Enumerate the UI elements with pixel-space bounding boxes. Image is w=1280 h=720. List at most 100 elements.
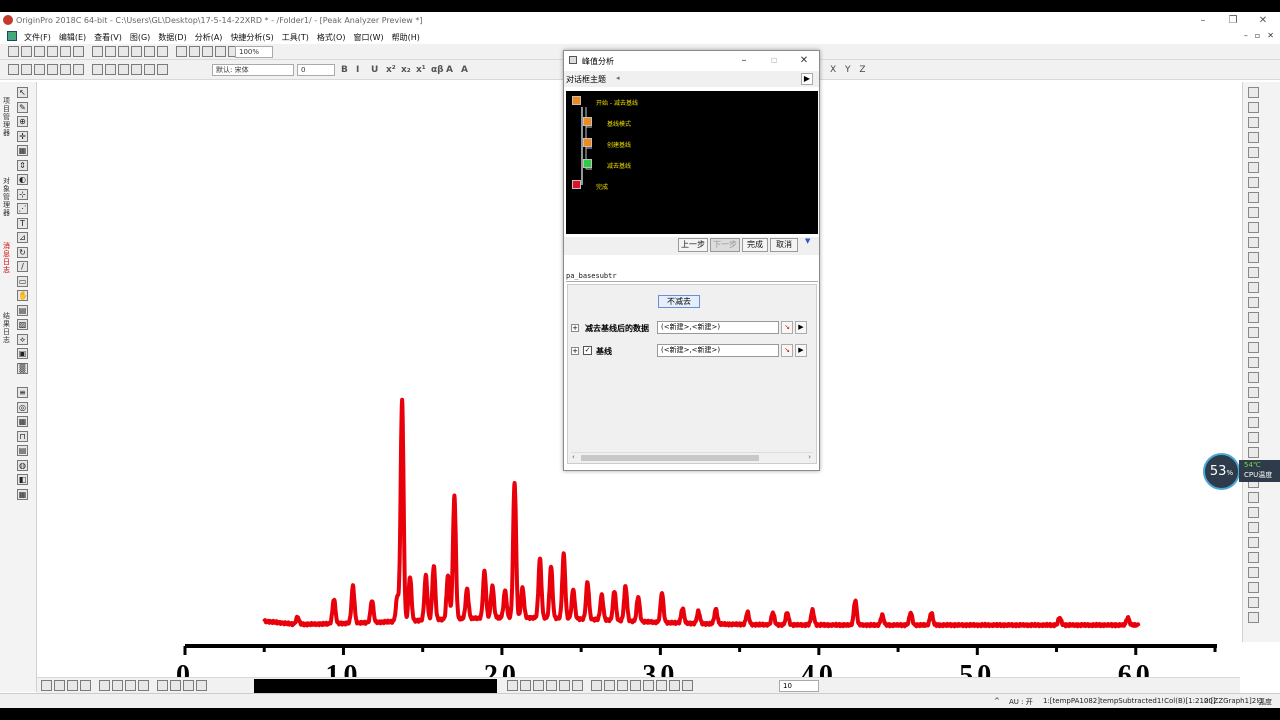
toolbar-button-icon[interactable] bbox=[157, 46, 168, 57]
toolbar-button-icon[interactable] bbox=[170, 680, 181, 691]
no-subtract-button[interactable]: 不减去 bbox=[658, 295, 700, 308]
cpu-monitor-widget[interactable]: 53% 54℃ CPU温度 bbox=[1203, 453, 1280, 491]
format-button[interactable]: A bbox=[446, 65, 453, 75]
toolbar-button-icon[interactable] bbox=[41, 680, 52, 691]
left-panel-tab[interactable]: 对象管理器 bbox=[1, 177, 12, 217]
right-tool-button[interactable] bbox=[1248, 132, 1259, 143]
bottom-zoom-select[interactable]: 10 bbox=[779, 680, 819, 692]
left-tool-button[interactable]: ◎ bbox=[17, 401, 28, 413]
toolbar-button-icon[interactable] bbox=[202, 46, 213, 57]
menu-item[interactable]: 查看(V) bbox=[94, 32, 122, 43]
right-tool-button[interactable] bbox=[1248, 252, 1259, 263]
right-tool-button[interactable] bbox=[1248, 492, 1259, 503]
right-tool-button[interactable] bbox=[1248, 507, 1259, 518]
toolbar-button-icon[interactable] bbox=[118, 64, 129, 75]
menu-item[interactable]: 分析(A) bbox=[195, 32, 223, 43]
toolbar-button-icon[interactable] bbox=[669, 680, 680, 691]
format-button[interactable]: x₂ bbox=[401, 65, 411, 75]
right-tool-button[interactable] bbox=[1248, 582, 1259, 593]
left-panel-tab[interactable]: 项目管理器 bbox=[1, 97, 12, 137]
toolbar-button-icon[interactable] bbox=[183, 680, 194, 691]
scroll-left-icon[interactable]: ‹ bbox=[572, 453, 575, 461]
minimize-button[interactable]: – bbox=[1196, 14, 1210, 27]
font-size-select[interactable]: 0 bbox=[297, 64, 335, 76]
format-button[interactable]: x² bbox=[386, 65, 396, 75]
toolbar-button-icon[interactable] bbox=[656, 680, 667, 691]
prev-button[interactable]: 上一步 bbox=[678, 238, 708, 252]
left-tool-button[interactable]: ▤ bbox=[17, 304, 28, 316]
cancel-button[interactable]: 取消 bbox=[770, 238, 798, 252]
menu-item[interactable]: 文件(F) bbox=[24, 32, 51, 43]
expand-icon[interactable]: + bbox=[571, 324, 579, 332]
toolbar-button-icon[interactable] bbox=[643, 680, 654, 691]
toolbar-button-icon[interactable] bbox=[118, 46, 129, 57]
toolbar-button-icon[interactable] bbox=[73, 46, 84, 57]
right-tool-button[interactable] bbox=[1248, 402, 1259, 413]
more-menu-icon[interactable]: ▶ bbox=[795, 344, 807, 357]
format-button[interactable]: A bbox=[461, 65, 468, 75]
toolbar-button-icon[interactable] bbox=[105, 46, 116, 57]
select-range-icon[interactable]: ↘ bbox=[781, 344, 793, 357]
right-tool-button[interactable] bbox=[1248, 612, 1259, 623]
param-input[interactable]: (<新建>,<新建>) bbox=[657, 321, 779, 334]
toolbar-button-icon[interactable] bbox=[533, 680, 544, 691]
right-tool-button[interactable] bbox=[1248, 192, 1259, 203]
param-input[interactable]: (<新建>,<新建>) bbox=[657, 344, 779, 357]
flow-step-label[interactable]: 减去基线 bbox=[607, 161, 631, 170]
right-tool-button[interactable] bbox=[1248, 552, 1259, 563]
left-tool-button[interactable]: ▭ bbox=[17, 275, 28, 287]
left-tool-button[interactable]: ▦ bbox=[17, 145, 28, 156]
left-tool-button[interactable]: ↖ bbox=[17, 87, 28, 98]
toolbar-button-icon[interactable] bbox=[60, 46, 71, 57]
toolbar-button-icon[interactable] bbox=[630, 680, 641, 691]
left-tool-button[interactable]: ⊓ bbox=[17, 430, 28, 442]
toolbar-button-icon[interactable] bbox=[34, 64, 45, 75]
close-button[interactable]: ✕ bbox=[1256, 14, 1270, 27]
peak-analyzer-dialog[interactable]: 峰值分析 – ▫ ✕ 对话框主题 ◂ ▶ 开始 - 减去基线 基线模式 创建基线 减去… bbox=[563, 50, 820, 471]
font-select[interactable]: 默认: 宋体 bbox=[212, 64, 294, 76]
right-tool-button[interactable] bbox=[1248, 117, 1259, 128]
toolbar-button-icon[interactable] bbox=[546, 680, 557, 691]
left-tool-button[interactable]: ↻ bbox=[17, 246, 28, 258]
left-tool-button[interactable]: T bbox=[17, 217, 28, 229]
left-tool-button[interactable]: ▦ bbox=[17, 488, 28, 500]
axis-xyz-buttons[interactable]: X Y Z bbox=[830, 65, 869, 75]
toolbar-button-icon[interactable] bbox=[604, 680, 615, 691]
toolbar-button-icon[interactable] bbox=[8, 64, 19, 75]
toolbar-button-icon[interactable] bbox=[591, 680, 602, 691]
restore-button[interactable]: ❐ bbox=[1226, 14, 1240, 27]
toolbar-button-icon[interactable] bbox=[125, 680, 136, 691]
toolbar-button-icon[interactable] bbox=[99, 680, 110, 691]
toolbar-button-icon[interactable] bbox=[189, 46, 200, 57]
right-tool-button[interactable] bbox=[1248, 237, 1259, 248]
menu-item[interactable]: 数据(D) bbox=[158, 32, 186, 43]
right-tool-button[interactable] bbox=[1248, 297, 1259, 308]
toolbar-button-icon[interactable] bbox=[8, 46, 19, 57]
left-tool-button[interactable]: ⊕ bbox=[17, 116, 28, 127]
right-tool-button[interactable] bbox=[1248, 597, 1259, 608]
toolbar-button-icon[interactable] bbox=[73, 64, 84, 75]
dialog-close-button[interactable]: ✕ bbox=[797, 54, 811, 67]
menu-item[interactable]: 工具(T) bbox=[282, 32, 309, 43]
right-tool-button[interactable] bbox=[1248, 207, 1259, 218]
toolbar-button-icon[interactable] bbox=[131, 64, 142, 75]
right-tool-button[interactable] bbox=[1248, 147, 1259, 158]
menu-item[interactable]: 快捷分析(S) bbox=[230, 32, 273, 43]
flow-step-label[interactable]: 开始 - 减去基线 bbox=[596, 98, 638, 107]
toolbar-button-icon[interactable] bbox=[559, 680, 570, 691]
right-tool-button[interactable] bbox=[1248, 342, 1259, 353]
left-panel-tab[interactable]: 消息日志 bbox=[1, 242, 12, 274]
dialog-title-bar[interactable]: 峰值分析 – ▫ ✕ bbox=[564, 51, 819, 70]
toolbar-button-icon[interactable] bbox=[507, 680, 518, 691]
toolbar-button-icon[interactable] bbox=[131, 46, 142, 57]
scroll-right-icon[interactable]: › bbox=[808, 453, 811, 461]
left-tool-button[interactable]: ▤ bbox=[17, 445, 28, 456]
left-tool-button[interactable]: ▦ bbox=[17, 416, 28, 427]
right-tool-button[interactable] bbox=[1248, 87, 1259, 98]
toolbar-button-icon[interactable] bbox=[138, 680, 149, 691]
toolbar-button-icon[interactable] bbox=[682, 680, 693, 691]
format-button[interactable]: I bbox=[356, 65, 359, 75]
right-tool-button[interactable] bbox=[1248, 387, 1259, 398]
toolbar-button-icon[interactable] bbox=[617, 680, 628, 691]
toolbar-button-icon[interactable] bbox=[144, 64, 155, 75]
